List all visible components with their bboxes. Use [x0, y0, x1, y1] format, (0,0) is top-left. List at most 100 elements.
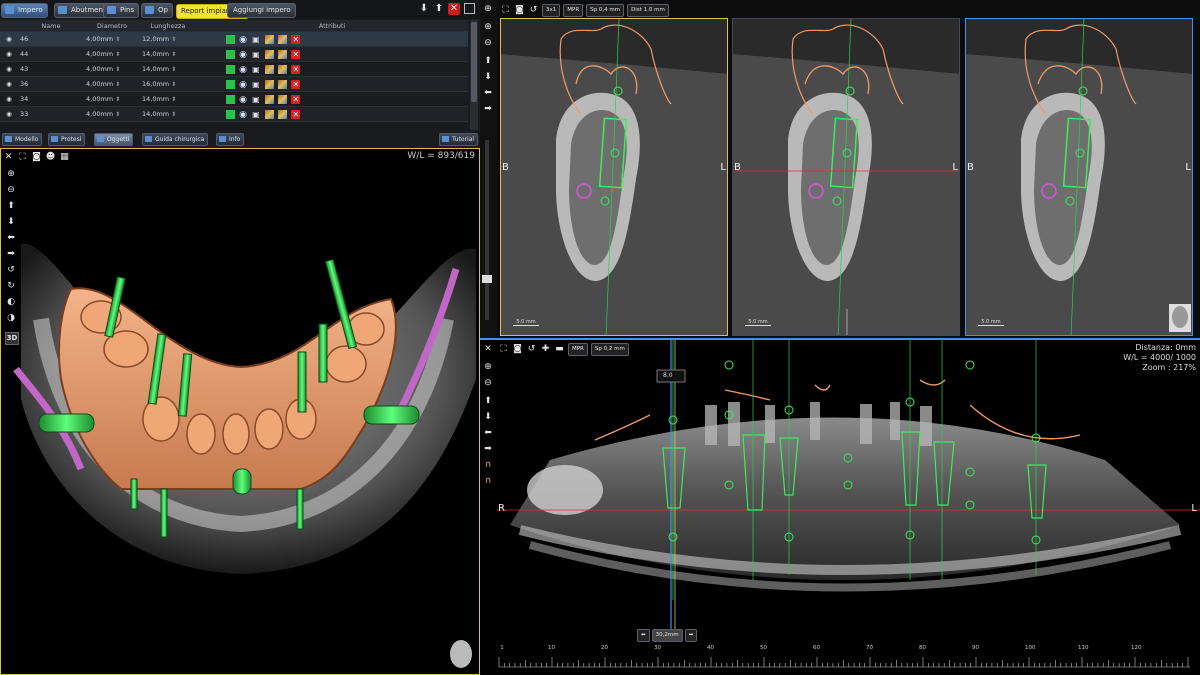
- color-swatch[interactable]: [226, 94, 235, 104]
- lock-icon[interactable]: ▣: [252, 50, 261, 59]
- lock-icon[interactable]: ▣: [252, 35, 261, 44]
- delete-implant-icon[interactable]: ✕: [291, 79, 301, 89]
- spinner-icon[interactable]: ⬍: [171, 111, 176, 118]
- diametro-field[interactable]: 4,00mm ⬍: [84, 46, 140, 62]
- tab-op[interactable]: Op: [141, 3, 173, 18]
- section-icon[interactable]: [278, 64, 288, 74]
- spinner-icon[interactable]: ⬍: [171, 36, 176, 43]
- delete-implant-icon[interactable]: ✕: [291, 94, 301, 104]
- move-down-button[interactable]: ⬇: [418, 3, 430, 15]
- slice-slider-thumb[interactable]: [482, 275, 492, 283]
- lock-icon[interactable]: ▣: [252, 110, 261, 119]
- delete-implant-icon[interactable]: ✕: [291, 34, 301, 44]
- diametro-field[interactable]: 4,00mm ⬍: [84, 76, 140, 92]
- spinner-icon[interactable]: ⬍: [115, 51, 120, 58]
- tab-guida-chirurgica[interactable]: Guida chirurgica: [142, 133, 209, 146]
- image-icon[interactable]: [265, 64, 275, 74]
- spinner-icon[interactable]: ⬍: [171, 81, 176, 88]
- eye-icon[interactable]: ◉: [239, 35, 248, 45]
- distance-button[interactable]: Dist 1.0 mm: [627, 4, 669, 17]
- delete-implant-icon[interactable]: ✕: [291, 49, 301, 59]
- layout-button[interactable]: 3x1: [542, 4, 561, 17]
- image-icon[interactable]: [265, 34, 275, 44]
- spinner-icon[interactable]: ⬍: [115, 36, 120, 43]
- tab-protesi[interactable]: Protesi: [48, 133, 86, 146]
- tutorial-button[interactable]: Tutorial: [439, 133, 479, 146]
- section-icon[interactable]: [278, 49, 288, 59]
- eye-icon[interactable]: ◉: [239, 110, 248, 120]
- zoom-in-icon[interactable]: ⊕: [482, 4, 494, 15]
- color-swatch[interactable]: [226, 109, 235, 119]
- delete-button[interactable]: ✕: [448, 3, 460, 15]
- mpr-button[interactable]: MPR: [563, 4, 584, 17]
- section-icon[interactable]: [278, 109, 288, 119]
- color-swatch[interactable]: [226, 34, 235, 44]
- section-icon[interactable]: [278, 79, 288, 89]
- spinner-icon[interactable]: ⬍: [115, 81, 120, 88]
- lock-icon[interactable]: ▣: [252, 80, 261, 89]
- zoom-out-icon[interactable]: ⊖: [482, 38, 494, 49]
- cross-section-pane[interactable]: B L 5.0 mm: [732, 18, 960, 336]
- table-row[interactable]: ◉ 46 4,00mm ⬍ 12,0mm ⬍ ◉ ▣ ✕: [0, 31, 468, 47]
- visibility-icon[interactable]: ◉: [0, 76, 18, 92]
- tab-impero[interactable]: Impero: [1, 3, 48, 18]
- lunghezza-field[interactable]: 12,0mm ⬍: [140, 31, 196, 47]
- delete-implant-icon[interactable]: ✕: [291, 109, 301, 119]
- diametro-field[interactable]: 4,00mm ⬍: [84, 106, 140, 122]
- view-3d[interactable]: ✕ ⛶ ◙ ☻ ▦ W/L = 893/619 ⊕ ⊖ ⬆ ⬇ ⬅ ➡ ↺ ↻ …: [0, 148, 480, 675]
- visibility-icon[interactable]: ◉: [0, 106, 18, 122]
- visibility-icon[interactable]: ◉: [0, 91, 18, 107]
- lock-icon[interactable]: ▣: [252, 95, 261, 104]
- lunghezza-field[interactable]: 16,0mm ⬍: [140, 76, 196, 92]
- image-icon[interactable]: [265, 49, 275, 59]
- scrollbar-thumb[interactable]: [471, 22, 477, 102]
- spacing-button[interactable]: Sp 0,4 mm: [586, 4, 625, 17]
- cross-section-pane[interactable]: B L 5.0 mm: [500, 18, 728, 336]
- lunghezza-field[interactable]: 14,0mm ⬍: [140, 46, 196, 62]
- slider-next-button[interactable]: ➡: [684, 629, 698, 642]
- diametro-field[interactable]: 4,00mm ⬍: [84, 31, 140, 47]
- table-scrollbar[interactable]: [470, 20, 478, 130]
- visibility-icon[interactable]: ◉: [0, 31, 18, 47]
- image-icon[interactable]: [265, 94, 275, 104]
- lunghezza-field[interactable]: 14,0mm ⬍: [140, 91, 196, 107]
- visibility-icon[interactable]: ◉: [0, 46, 18, 62]
- section-icon[interactable]: [278, 34, 288, 44]
- arrow-left-icon[interactable]: ⬅: [482, 88, 494, 99]
- color-swatch[interactable]: [226, 49, 235, 59]
- maximize-button[interactable]: [464, 3, 475, 14]
- color-swatch[interactable]: [226, 64, 235, 74]
- tab-pins[interactable]: Pins: [103, 3, 140, 18]
- image-icon[interactable]: [265, 79, 275, 89]
- table-row[interactable]: ◉ 36 4,00mm ⬍ 16,0mm ⬍ ◉ ▣ ✕: [0, 76, 468, 92]
- table-row[interactable]: ◉ 33 4,00mm ⬍ 14,0mm ⬍ ◉ ▣ ✕: [0, 106, 468, 122]
- image-icon[interactable]: [265, 109, 275, 119]
- arrow-up-icon[interactable]: ⬆: [482, 56, 494, 67]
- spinner-icon[interactable]: ⬍: [115, 66, 120, 73]
- slider-value[interactable]: 30,2mm: [651, 629, 683, 642]
- table-row[interactable]: ◉ 43 4,00mm ⬍ 14,0mm ⬍ ◉ ▣ ✕: [0, 61, 468, 77]
- spinner-icon[interactable]: ⬍: [171, 51, 176, 58]
- move-up-button[interactable]: ⬆: [433, 3, 445, 15]
- tab-info[interactable]: Info: [216, 133, 245, 146]
- arrow-down-icon[interactable]: ⬇: [482, 72, 494, 83]
- camera-icon[interactable]: ◙: [514, 5, 525, 16]
- slider-prev-button[interactable]: ⬅: [637, 629, 650, 642]
- spinner-icon[interactable]: ⬍: [171, 66, 176, 73]
- eye-icon[interactable]: ◉: [239, 50, 248, 60]
- eye-icon[interactable]: ◉: [239, 95, 248, 105]
- delete-implant-icon[interactable]: ✕: [291, 64, 301, 74]
- visibility-icon[interactable]: ◉: [0, 61, 18, 77]
- color-swatch[interactable]: [226, 79, 235, 89]
- lunghezza-field[interactable]: 14,0mm ⬍: [140, 106, 196, 122]
- reset-icon[interactable]: ↺: [528, 5, 539, 16]
- section-icon[interactable]: [278, 94, 288, 104]
- tab-oggetti[interactable]: Oggetti: [94, 133, 134, 146]
- fit-view-icon[interactable]: ⛶: [500, 5, 511, 16]
- slice-slider[interactable]: [482, 140, 492, 320]
- table-row[interactable]: ◉ 44 4,00mm ⬍ 14,0mm ⬍ ◉ ▣ ✕: [0, 46, 468, 62]
- diametro-field[interactable]: 4,00mm ⬍: [84, 91, 140, 107]
- spinner-icon[interactable]: ⬍: [171, 96, 176, 103]
- zoom-in-icon[interactable]: ⊕: [482, 22, 494, 33]
- eye-icon[interactable]: ◉: [239, 65, 248, 75]
